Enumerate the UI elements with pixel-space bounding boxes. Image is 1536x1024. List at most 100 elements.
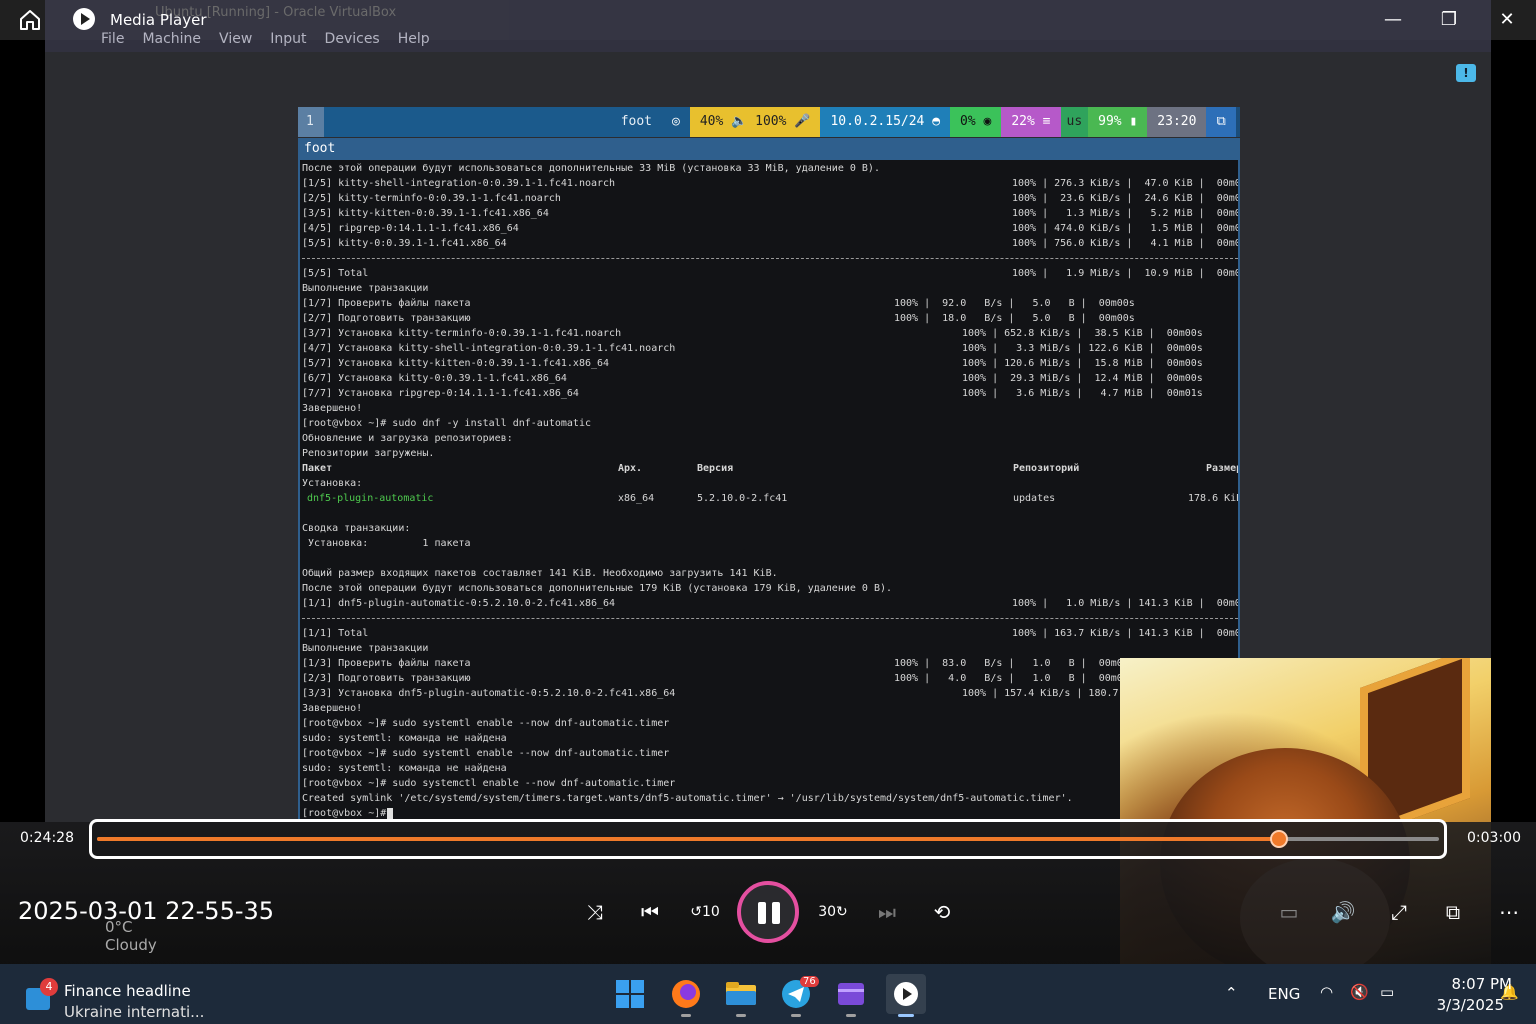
ip-address: 10.0.2.15/24: [830, 114, 925, 129]
menu-help[interactable]: Help: [398, 31, 430, 47]
terminal-table-header: Версия: [697, 463, 734, 474]
subtitles-icon[interactable]: ▭: [1274, 896, 1304, 928]
terminal-line: [2/7] Подготовить транзакцию: [302, 313, 471, 324]
firefox-icon[interactable]: [666, 974, 706, 1017]
terminal-line: Общий размер входящих пакетов составляет…: [302, 568, 778, 579]
chevron-up-icon[interactable]: ⌃: [1225, 984, 1238, 1002]
start-button[interactable]: [610, 974, 650, 1014]
mini-player-icon[interactable]: ⧉: [1438, 896, 1468, 928]
menu-file[interactable]: File: [101, 31, 124, 47]
terminal-line: [5/5] kitty-0:0.39.1-1.fc41.x86_64: [302, 238, 507, 249]
menu-devices[interactable]: Devices: [325, 31, 380, 47]
shuffle-icon[interactable]: ⤨: [580, 896, 610, 928]
terminal-table-header: Репозиторий: [1013, 463, 1080, 474]
minimize-button[interactable]: —: [1378, 6, 1408, 34]
terminal-progress: 100% | 474.0 KiB/s | 1.5 MiB | 00m03s: [1012, 223, 1240, 234]
telegram-icon[interactable]: 76: [776, 974, 819, 1017]
terminal-progress: 100% | 92.0 B/s | 5.0 B | 00m00s: [894, 298, 1135, 309]
media-player-titlebar: Ubuntu [Running] - Oracle VirtualBox Fil…: [0, 0, 1536, 52]
terminal-line: Created symlink '/etc/systemd/system/tim…: [302, 793, 1073, 804]
terminal-title: foot: [298, 138, 1240, 160]
video-title: 2025-03-01 22-55-35: [18, 897, 275, 925]
guest-weather-cond: Cloudy: [105, 936, 157, 954]
terminal-line: sudo: systemtl: команда не найдена: [302, 763, 507, 774]
feedback-icon[interactable]: !: [1456, 64, 1476, 82]
terminal-progress: 100% | 3.3 MiB/s | 122.6 KiB | 00m00s: [962, 343, 1203, 354]
terminal-line: Установка:: [302, 478, 363, 489]
terminal-progress: 100% | 120.6 MiB/s | 15.8 MiB | 00m00s: [962, 358, 1203, 369]
seek-bar[interactable]: [97, 830, 1439, 848]
battery-status: 99% ▮: [1088, 107, 1148, 137]
more-options-icon[interactable]: ⋯: [1494, 896, 1524, 928]
telegram-badge: 76: [800, 976, 819, 987]
news-widget[interactable]: 4 Finance headline Ukraine internati...: [22, 972, 222, 1021]
volume-muted-icon[interactable]: 🔇: [1350, 983, 1369, 1001]
terminal-line: После этой операции будут использоваться…: [302, 583, 893, 594]
repeat-off-icon[interactable]: ⟲: [927, 896, 957, 928]
terminal-line: [2/5] kitty-terminfo-0:0.39.1-1.fc41.noa…: [302, 193, 561, 204]
volume-icon[interactable]: 🔊: [1328, 896, 1358, 928]
terminal-table-cell: dnf5-plugin-automatic: [307, 493, 434, 504]
news-badge: 4: [40, 978, 58, 996]
close-button[interactable]: ✕: [1492, 6, 1522, 34]
window-switcher-icon[interactable]: ⧉: [1206, 107, 1236, 137]
terminal-line: [3/7] Установка kitty-terminfo-0:0.39.1-…: [302, 328, 622, 339]
forward-30-icon[interactable]: 30↻: [818, 896, 848, 928]
network-icon: ◓: [932, 114, 941, 129]
terminal-table-cell: 178.6 KiB: [1188, 493, 1240, 504]
cpu-value: 0%: [960, 114, 976, 129]
terminal-progress: 100% | 652.8 KiB/s | 38.5 KiB | 00m00s: [962, 328, 1203, 339]
menu-input[interactable]: Input: [270, 31, 306, 47]
menu-view[interactable]: View: [219, 31, 252, 47]
media-player-taskbar-icon[interactable]: [886, 974, 926, 1017]
terminal-line: Выполнение транзакции: [302, 643, 429, 654]
terminal-progress: 100% | 83.0 B/s | 1.0 B | 00m00s: [894, 658, 1135, 669]
terminal-progress: 100% | 163.7 KiB/s | 141.3 KiB | 00m01s: [1012, 628, 1240, 639]
terminal-table-header: Размер: [1206, 463, 1240, 474]
memory-status: 22% ≡: [1001, 107, 1061, 137]
sway-status-bar: 1 foot ◎ 40% 🔈 100% 🎤 10.0.2.15/24 ◓ 0% …: [298, 107, 1240, 137]
clipchamp-icon[interactable]: [831, 974, 871, 1017]
terminal-line: [root@vbox ~]# sudo systemctl enable --n…: [302, 778, 676, 789]
total-time: 0:03:00: [1467, 830, 1521, 846]
eye-slash-icon: ◎: [662, 107, 690, 137]
language-indicator[interactable]: ENG: [1268, 985, 1300, 1003]
terminal-output[interactable]: После этой операции будут использоваться…: [298, 160, 1240, 820]
terminal-progress: 100% | 18.0 B/s | 5.0 B | 00m00s: [894, 313, 1135, 324]
battery-icon[interactable]: ▭: [1380, 983, 1394, 1001]
cpu-icon: ◉: [983, 114, 992, 129]
previous-icon[interactable]: ⏮: [635, 896, 665, 928]
home-icon[interactable]: [18, 8, 42, 32]
terminal-progress: 100% | 29.3 MiB/s | 12.4 MiB | 00m00s: [962, 373, 1203, 384]
terminal-line: [root@vbox ~]# sudo systemtl enable --no…: [302, 748, 670, 759]
terminal-line: [1/1] dnf5-plugin-automatic-0:5.2.10.0-2…: [302, 598, 616, 609]
workspace-indicator[interactable]: 1: [298, 107, 324, 137]
maximize-button[interactable]: ❐: [1434, 6, 1464, 34]
terminal-line: [6/7] Установка kitty-0:0.39.1-1.fc41.x8…: [302, 373, 567, 384]
next-icon[interactable]: ⏭: [872, 896, 902, 928]
terminal-table-header: Пакет: [302, 463, 333, 474]
pause-button[interactable]: [737, 881, 799, 943]
file-explorer-icon[interactable]: [721, 974, 761, 1017]
media-player-icon: [73, 8, 95, 30]
terminal-line: [1/5] kitty-shell-integration-0:0.39.1-1…: [302, 178, 616, 189]
terminal-line: [4/7] Установка kitty-shell-integration-…: [302, 343, 676, 354]
app-title: Media Player: [110, 11, 207, 29]
terminal-line: [7/7] Установка ripgrep-0:14.1.1-1.fc41.…: [302, 388, 579, 399]
terminal-line: Выполнение транзакции: [302, 283, 429, 294]
wifi-icon[interactable]: ◠: [1320, 983, 1333, 1001]
terminal-line: [5/5] Total: [302, 268, 369, 279]
terminal-progress: 100% | 23.6 KiB/s | 24.6 KiB | 00m01s: [1012, 193, 1240, 204]
menu-machine[interactable]: Machine: [142, 31, 201, 47]
terminal-line: sudo: systemtl: команда не найдена: [302, 733, 507, 744]
fullscreen-icon[interactable]: ⤢: [1384, 896, 1414, 928]
news-title: Finance headline: [64, 982, 191, 1000]
virtualbox-menubar: File Machine View Input Devices Help: [101, 31, 430, 47]
rewind-10-icon[interactable]: ↺10: [690, 896, 720, 928]
terminal-separator: [302, 258, 1238, 259]
taskbar-time[interactable]: 8:07 PM: [1426, 975, 1512, 993]
taskbar-date[interactable]: 3/3/2025: [1418, 996, 1504, 1014]
network-status: 10.0.2.15/24 ◓: [820, 107, 951, 137]
terminal-table-header: Арх.: [618, 463, 643, 474]
terminal-progress: 100% | 3.6 MiB/s | 4.7 MiB | 00m01s: [962, 388, 1203, 399]
